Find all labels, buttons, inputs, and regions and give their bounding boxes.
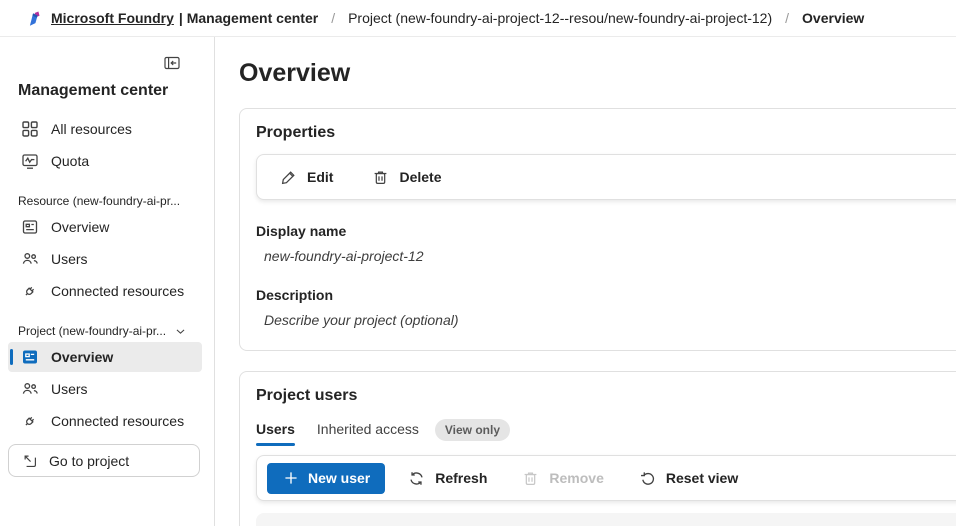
reset-view-icon [638,469,657,488]
breadcrumb-separator: / [331,10,336,26]
sidebar-section-project[interactable]: Project (new-foundry-ai-pr... [18,324,202,338]
plug-icon [20,281,40,301]
overview-icon [20,217,40,237]
edit-button-label: Edit [307,169,334,185]
refresh-button-label: Refresh [435,470,488,486]
display-name-field: Display name new-foundry-ai-project-12 [256,223,956,264]
project-users-card-title: Project users [256,387,358,404]
overview-icon [20,347,40,367]
sidebar-item-project-overview[interactable]: Overview [8,342,202,372]
trash-icon [371,168,390,187]
properties-command-bar: Edit Delete [256,154,956,200]
field-value: Describe your project (optional) [264,312,459,328]
sidebar-item-resource-connected-resources[interactable]: Connected resources [8,276,202,306]
breadcrumb-separator: / [785,10,790,26]
sidebar-item-label: Users [51,381,88,397]
sidebar: Management center All resources Quota Re… [0,37,215,526]
project-users-command-bar: New user Refresh Remove Reset view [256,455,956,501]
sidebar-section-resource: Resource (new-foundry-ai-pr... [18,194,202,208]
sidebar-item-label: Users [51,251,88,267]
sidebar-item-label: Overview [51,349,114,365]
refresh-button[interactable]: Refresh [395,463,499,494]
description-field: Description Describe your project (optio… [256,287,956,328]
section-label-text: Resource (new-foundry-ai-pr... [18,194,181,208]
go-to-project-button[interactable]: Go to project [8,444,200,477]
brand-section-label: | Management center [178,10,319,26]
brand-link[interactable]: Microsoft Foundry [51,10,174,26]
delete-button-label: Delete [399,169,442,185]
sidebar-item-project-connected-resources[interactable]: Connected resources [8,406,202,436]
go-to-project-label: Go to project [49,452,130,469]
users-icon [20,379,40,399]
top-header: Microsoft Foundry | Management center / … [0,0,956,37]
tab-active-underline [256,442,295,446]
chevron-down-icon[interactable] [174,325,187,338]
edit-button[interactable]: Edit [267,162,345,193]
field-label: Display name [256,223,347,239]
reset-view-button-label: Reset view [665,470,739,486]
users-table-header-strip [256,513,956,526]
sidebar-item-label: All resources [51,121,132,137]
remove-button[interactable]: Remove [509,463,615,494]
foundry-logo-icon [29,10,40,26]
grid-icon [20,119,40,139]
new-user-button-label: New user [308,470,371,486]
properties-card: Properties Edit Delete Display name new-… [239,108,956,351]
tab-label: Users [256,420,295,437]
tab-label: Inherited access [316,420,419,437]
delete-button[interactable]: Delete [359,162,453,193]
sidebar-item-project-users[interactable]: Users [8,374,202,404]
plug-icon [20,411,40,431]
field-value: new-foundry-ai-project-12 [264,248,424,264]
section-label-text: Project (new-foundry-ai-pr... [18,324,167,338]
page-title: Overview [239,59,351,87]
quota-icon [20,151,40,171]
remove-button-label: Remove [549,470,604,486]
sidebar-item-label: Overview [51,219,110,235]
project-users-card: Project users Users Inherited access Vie… [239,371,956,526]
sidebar-item-label: Connected resources [51,413,185,429]
sidebar-item-resource-overview[interactable]: Overview [8,212,202,242]
users-icon [20,249,40,269]
new-user-button[interactable]: New user [267,462,386,494]
collapse-sidebar-button[interactable] [160,51,184,75]
project-users-tabs: Users Inherited access View only [256,419,956,447]
sidebar-item-quota[interactable]: Quota [8,146,202,176]
pencil-icon [279,168,298,187]
tab-inherited-access[interactable]: Inherited access [317,421,419,446]
sidebar-item-all-resources[interactable]: All resources [8,114,202,144]
sidebar-item-label: Quota [51,153,90,169]
sidebar-item-resource-users[interactable]: Users [8,244,202,274]
selected-indicator [10,349,13,365]
sidebar-title: Management center [18,82,169,99]
breadcrumb-project: Project (new-foundry-ai-project-12--reso… [348,10,773,26]
field-label: Description [256,287,334,303]
refresh-icon [407,469,426,488]
trash-icon [521,469,540,488]
go-to-project-icon [21,452,39,470]
tab-users[interactable]: Users [256,421,295,446]
breadcrumb-current-page: Overview [802,10,865,26]
properties-card-title: Properties [256,124,336,141]
reset-view-button[interactable]: Reset view [626,463,750,494]
panel-collapse-icon [164,56,180,70]
view-only-badge: View only [434,419,511,441]
sidebar-item-label: Connected resources [51,283,185,299]
plus-icon [282,469,300,487]
main-content: Overview Properties Edit Delete Display … [215,37,956,526]
